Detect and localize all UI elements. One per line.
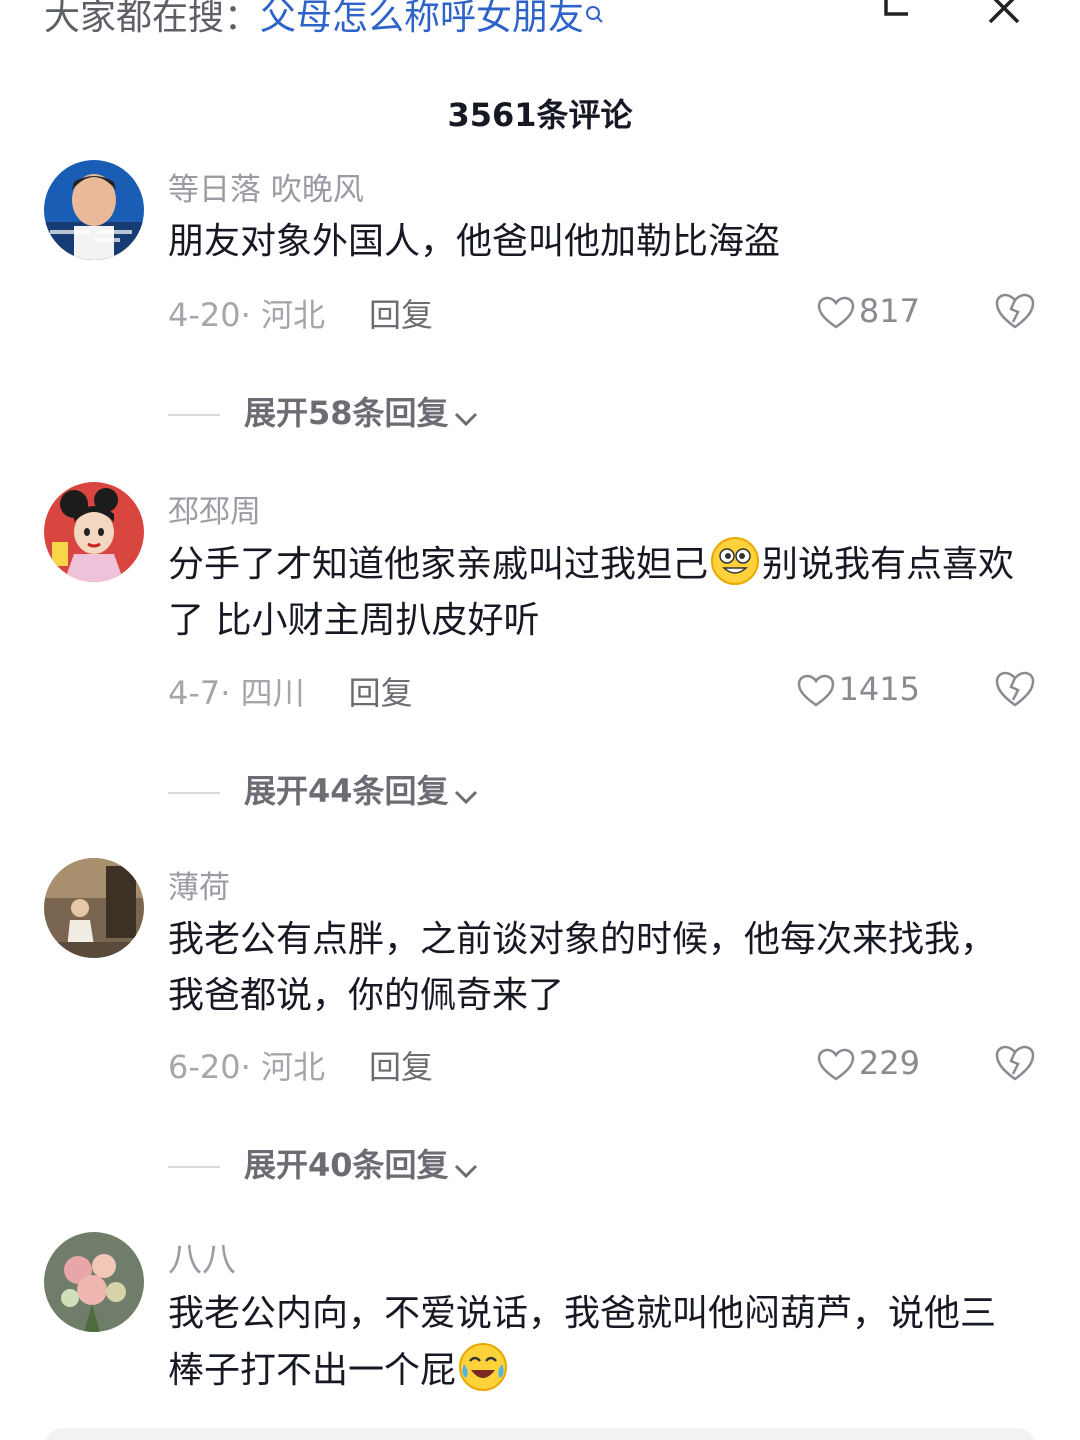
silly-face-emoji xyxy=(710,536,760,586)
username[interactable]: 薄荷 xyxy=(168,862,230,907)
trending-search-hint[interactable]: 大家都在搜：父母怎么称呼女朋友 xyxy=(44,0,606,40)
expand-replies-button[interactable]: 展开40条回复 xyxy=(168,1140,479,1186)
like-count: 229 xyxy=(858,1044,920,1082)
like-button[interactable]: 1415 xyxy=(797,670,920,708)
comment-meta: 6-20· 河北 回复 xyxy=(168,1042,433,1088)
avatar[interactable] xyxy=(44,482,144,582)
comment-meta: 4-7· 四川 回复 xyxy=(168,668,413,714)
heart-icon xyxy=(797,674,834,707)
expand-replies-label: 展开58条回复 xyxy=(244,394,449,432)
close-icon[interactable] xyxy=(982,0,1026,30)
expand-replies-button[interactable]: 展开44条回复 xyxy=(168,766,479,812)
like-button[interactable]: 229 xyxy=(817,1044,920,1082)
like-button[interactable]: 817 xyxy=(817,292,920,330)
expand-replies-label: 展开40条回复 xyxy=(244,1146,449,1184)
divider-line xyxy=(168,1166,220,1168)
username[interactable]: 八八 xyxy=(168,1232,236,1281)
reply-button[interactable]: 回复 xyxy=(369,1048,433,1086)
heart-icon xyxy=(817,1048,855,1081)
username[interactable]: 等日落 吹晚风 xyxy=(168,164,364,209)
date-location: 6-20· 河北 xyxy=(168,1048,325,1086)
comment-text: 分手了才知道他家亲戚叫过我妲己 别说我有点喜欢了 比小财主周扒皮好听 xyxy=(168,536,1038,649)
expand-replies-button[interactable]: 展开58条回复 xyxy=(168,388,479,434)
chevron-down-icon xyxy=(454,412,477,427)
divider-line xyxy=(168,792,220,794)
like-count: 817 xyxy=(858,292,920,330)
dislike-icon[interactable] xyxy=(994,292,1036,334)
comment-text: 朋友对象外国人，他爸叫他加勒比海盗 xyxy=(168,221,781,262)
comment-input-bar[interactable] xyxy=(44,1428,1036,1440)
heart-icon xyxy=(817,296,855,329)
trending-search-query[interactable]: 父母怎么称呼女朋友 xyxy=(260,0,584,38)
chevron-down-icon xyxy=(454,1164,477,1179)
comment-meta: 4-20· 河北 回复 xyxy=(168,290,433,336)
comment-text-part: 分手了才知道他家亲戚叫过我妲己 xyxy=(168,544,709,585)
avatar[interactable] xyxy=(44,858,144,958)
comment-text: 我老公有点胖，之前谈对象的时候，他每次来找我，我爸都说，你的佩奇来了 xyxy=(168,919,997,1016)
reply-button[interactable]: 回复 xyxy=(349,674,413,712)
trending-search-prefix: 大家都在搜： xyxy=(44,0,261,38)
chevron-down-icon xyxy=(454,790,477,805)
avatar[interactable] xyxy=(44,160,144,260)
fullscreen-icon[interactable] xyxy=(878,0,918,28)
divider-line xyxy=(168,414,220,416)
dislike-icon[interactable] xyxy=(994,670,1036,712)
comment-text-part: 我老公内向，不爱说话，我爸就叫他闷葫芦，说他三棒子打不出一个屁 xyxy=(168,1293,997,1391)
expand-replies-label: 展开44条回复 xyxy=(244,772,449,810)
date-location: 4-20· 河北 xyxy=(168,296,325,334)
like-count: 1415 xyxy=(838,670,920,708)
search-icon xyxy=(584,0,606,35)
comment-text: 我老公内向，不爱说话，我爸就叫他闷葫芦，说他三棒子打不出一个屁 xyxy=(168,1286,998,1399)
date-location: 4-7· 四川 xyxy=(168,674,305,712)
dislike-icon[interactable] xyxy=(994,1044,1036,1086)
laugh-cry-emoji xyxy=(458,1342,508,1392)
username[interactable]: 邳邳周 xyxy=(168,486,261,531)
top-bar: 大家都在搜：父母怎么称呼女朋友 xyxy=(0,0,1080,48)
reply-button[interactable]: 回复 xyxy=(369,296,433,334)
comment-count-title: 3561条评论 xyxy=(447,96,633,134)
avatar[interactable] xyxy=(44,1232,144,1332)
